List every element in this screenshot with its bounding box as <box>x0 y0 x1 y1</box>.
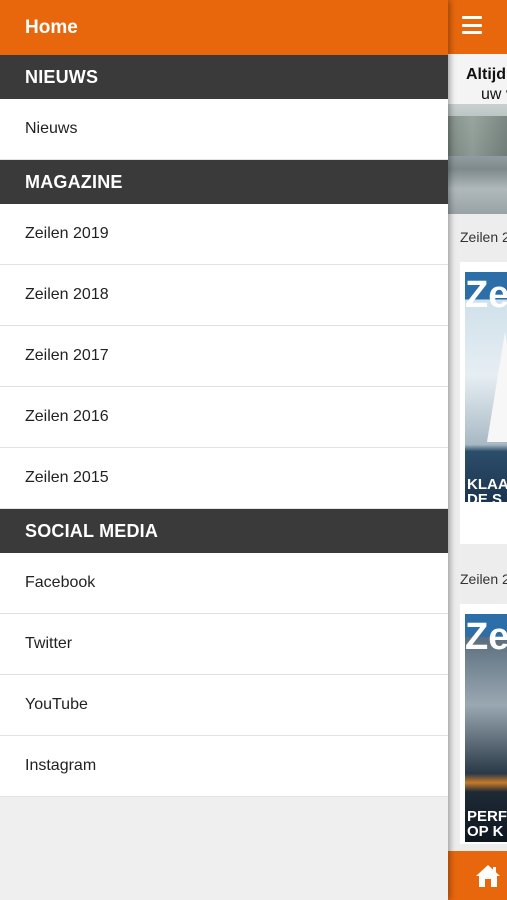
drawer-home-item[interactable]: Home <box>0 0 448 55</box>
sail-image <box>487 332 507 442</box>
banner-ad[interactable]: Altijd uw v <box>448 54 507 214</box>
cover-logo: Ze <box>465 274 507 316</box>
issue-label: Zeilen 2 <box>460 229 507 245</box>
section-header-magazine: MAGAZINE <box>0 160 448 204</box>
menu-item-zeilen-2018[interactable]: Zeilen 2018 <box>0 265 448 326</box>
cover-subtitle: OP K <box>467 823 504 840</box>
menu-item-zeilen-2016[interactable]: Zeilen 2016 <box>0 387 448 448</box>
cover-title: KLAA <box>467 476 507 493</box>
cover-title: PERF <box>467 808 507 825</box>
home-icon[interactable] <box>475 863 501 889</box>
menu-item-twitter[interactable]: Twitter <box>0 614 448 675</box>
magazine-cover: Ze PERF OP K <box>465 614 507 842</box>
menu-item-zeilen-2017[interactable]: Zeilen 2017 <box>0 326 448 387</box>
menu-item-zeilen-2015[interactable]: Zeilen 2015 <box>0 448 448 509</box>
menu-item-facebook[interactable]: Facebook <box>0 553 448 614</box>
menu-item-zeilen-2019[interactable]: Zeilen 2019 <box>0 204 448 265</box>
navigation-drawer: Home NIEUWS Nieuws MAGAZINE Zeilen 2019 … <box>0 0 448 900</box>
banner-text-2: uw v <box>481 86 507 103</box>
menu-item-youtube[interactable]: YouTube <box>0 675 448 736</box>
banner-text-1: Altijd <box>466 66 506 83</box>
cover-subtitle: DE S <box>467 491 503 502</box>
top-bar <box>448 0 507 54</box>
magazine-cover: Ze KLAA DE S <box>465 272 507 502</box>
bottom-bar <box>448 851 507 900</box>
issue-label: Zeilen 2 <box>460 571 507 587</box>
issue-card[interactable]: Ze PERF OP K <box>460 604 507 844</box>
banner-image <box>448 116 507 156</box>
section-header-nieuws: NIEUWS <box>0 55 448 99</box>
main-content: Altijd uw v Zeilen 2 Ze KLAA DE S Zeilen… <box>448 0 507 900</box>
hamburger-menu-icon[interactable] <box>462 16 482 34</box>
menu-item-nieuws[interactable]: Nieuws <box>0 99 448 160</box>
cover-logo: Ze <box>465 616 507 658</box>
issue-card[interactable]: Ze KLAA DE S <box>460 262 507 544</box>
menu-item-instagram[interactable]: Instagram <box>0 736 448 797</box>
section-header-social-media: SOCIAL MEDIA <box>0 509 448 553</box>
